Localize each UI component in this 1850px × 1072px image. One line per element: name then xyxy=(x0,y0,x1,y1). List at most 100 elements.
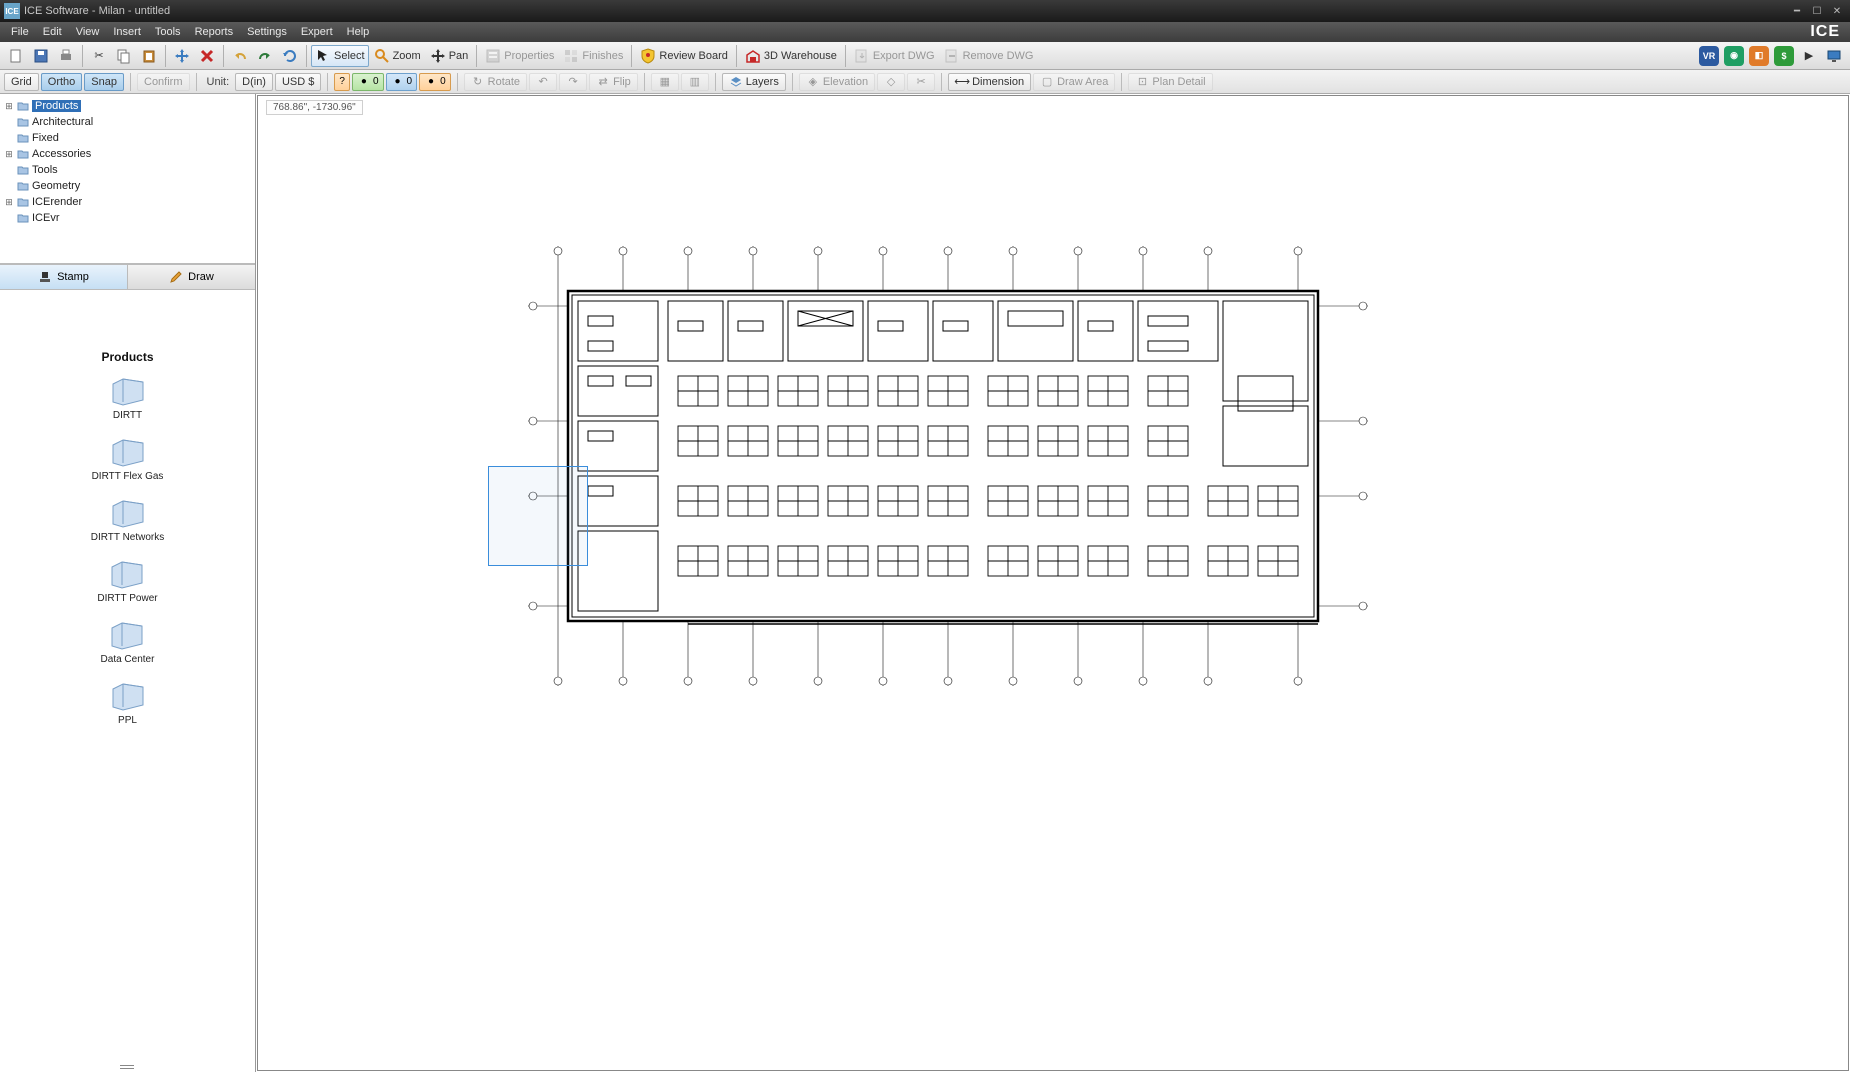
menu-reports[interactable]: Reports xyxy=(188,24,241,40)
pan-tool[interactable]: Pan xyxy=(426,45,473,67)
select-tool[interactable]: Select xyxy=(311,45,369,67)
currency-select[interactable]: USD $ xyxy=(275,73,321,91)
finishes-button[interactable]: Finishes xyxy=(559,45,627,67)
tab-stamp[interactable]: Stamp xyxy=(0,265,128,289)
remove-dwg-button[interactable]: Remove DWG xyxy=(940,45,1038,67)
copy-button[interactable] xyxy=(112,45,136,67)
folder-3d-icon xyxy=(107,557,147,591)
product-dirtt-networks[interactable]: DIRTT Networks xyxy=(91,496,165,543)
elevation-nav-button[interactable]: ◇ xyxy=(877,73,905,91)
menu-insert[interactable]: Insert xyxy=(106,24,148,40)
scissors-icon: ✂ xyxy=(91,48,107,64)
brand-label: ICE xyxy=(1810,23,1846,41)
ortho-toggle[interactable]: Ortho xyxy=(41,73,83,91)
count-chip-c[interactable]: ●0 xyxy=(419,73,451,91)
flip-button[interactable]: ⇄Flip xyxy=(589,73,638,91)
undo-button[interactable] xyxy=(228,45,252,67)
menu-view[interactable]: View xyxy=(69,24,107,40)
play-button[interactable]: ▶ xyxy=(1797,45,1821,67)
folder-3d-icon xyxy=(108,435,148,469)
expander-icon[interactable]: ⊞ xyxy=(4,149,14,160)
rotate-button[interactable]: ↻Rotate xyxy=(464,73,527,91)
layers-button[interactable]: Layers xyxy=(722,73,786,91)
save-button[interactable] xyxy=(29,45,53,67)
expander-icon[interactable]: ⊞ xyxy=(4,197,14,208)
tab-draw[interactable]: Draw xyxy=(128,265,255,289)
globe-badge-icon[interactable]: ◉ xyxy=(1724,46,1744,66)
section-icon: ✂ xyxy=(914,75,928,89)
snap-toggle[interactable]: Snap xyxy=(84,73,124,91)
tree-item-geometry[interactable]: Geometry xyxy=(2,178,253,194)
product-dirtt[interactable]: DIRTT xyxy=(108,374,148,421)
save-icon xyxy=(33,48,49,64)
product-data-center[interactable]: Data Center xyxy=(101,618,155,665)
menu-file[interactable]: File xyxy=(4,24,36,40)
titlebar: ICE ICE Software - Milan - untitled ━ ☐ … xyxy=(0,0,1850,22)
tree-item-products[interactable]: ⊞ Products xyxy=(2,98,253,114)
cut-button[interactable]: ✂ xyxy=(87,45,111,67)
print-button[interactable] xyxy=(54,45,78,67)
help-chip[interactable]: ? xyxy=(334,73,350,91)
shield-icon xyxy=(640,48,656,64)
tree-resize-handle[interactable] xyxy=(120,1065,134,1070)
menu-edit[interactable]: Edit xyxy=(36,24,69,40)
menu-tools[interactable]: Tools xyxy=(148,24,188,40)
draw-area-button[interactable]: ▢Draw Area xyxy=(1033,73,1115,91)
new-button[interactable] xyxy=(4,45,28,67)
redo-icon xyxy=(257,48,273,64)
monitor-button[interactable] xyxy=(1822,45,1846,67)
review-board-button[interactable]: Review Board xyxy=(636,45,731,67)
canvas[interactable]: 768.86", -1730.96" xyxy=(257,95,1849,1071)
menu-expert[interactable]: Expert xyxy=(294,24,340,40)
move-button[interactable] xyxy=(170,45,194,67)
dollar-badge-icon[interactable]: $ xyxy=(1774,46,1794,66)
vr-badge-icon[interactable]: VR xyxy=(1699,46,1719,66)
tree-item-accessories[interactable]: ⊞ Accessories xyxy=(2,146,253,162)
elevation-button[interactable]: ◈Elevation xyxy=(799,73,875,91)
export-dwg-button[interactable]: Export DWG xyxy=(850,45,939,67)
plan-detail-button[interactable]: ⊡Plan Detail xyxy=(1128,73,1212,91)
product-ppl[interactable]: PPL xyxy=(108,679,148,726)
folder-icon xyxy=(16,147,30,161)
product-dirtt-flex-gas[interactable]: DIRTT Flex Gas xyxy=(92,435,164,482)
coordinates-readout: 768.86", -1730.96" xyxy=(266,100,363,115)
rotate-left-button[interactable]: ↶ xyxy=(529,73,557,91)
refresh-button[interactable] xyxy=(278,45,302,67)
zoom-tool[interactable]: Zoom xyxy=(370,45,425,67)
menu-help[interactable]: Help xyxy=(340,24,377,40)
grid-toggle[interactable]: Grid xyxy=(4,73,39,91)
unit-label: Unit: xyxy=(203,76,234,88)
tree-item-fixed[interactable]: Fixed xyxy=(2,130,253,146)
section-button[interactable]: ✂ xyxy=(907,73,935,91)
minimize-button[interactable]: ━ xyxy=(1788,4,1806,18)
maximize-button[interactable]: ☐ xyxy=(1808,4,1826,18)
confirm-button[interactable]: Confirm xyxy=(137,73,190,91)
expander-icon[interactable]: ⊞ xyxy=(4,101,14,112)
tree-item-architectural[interactable]: Architectural xyxy=(2,114,253,130)
3d-warehouse-button[interactable]: 3D Warehouse xyxy=(741,45,841,67)
tree-item-icerender[interactable]: ⊞ ICErender xyxy=(2,194,253,210)
dimension-button[interactable]: ⟷Dimension xyxy=(948,73,1031,91)
redo-button[interactable] xyxy=(253,45,277,67)
review-board-label: Review Board xyxy=(659,50,727,62)
close-button[interactable]: ✕ xyxy=(1828,4,1846,18)
properties-button[interactable]: Properties xyxy=(481,45,558,67)
selection-rectangle[interactable] xyxy=(488,466,588,566)
delete-button[interactable] xyxy=(195,45,219,67)
menu-settings[interactable]: Settings xyxy=(240,24,294,40)
align-b-button[interactable]: ▥ xyxy=(681,73,709,91)
tree-item-icevr[interactable]: ICEvr xyxy=(2,210,253,226)
paste-button[interactable] xyxy=(137,45,161,67)
app-icon: ICE xyxy=(4,3,20,19)
export-dwg-label: Export DWG xyxy=(873,50,935,62)
orange-dot-icon: ● xyxy=(424,75,438,89)
unit-select[interactable]: D(in) xyxy=(235,73,273,91)
cube-badge-icon[interactable]: ◧ xyxy=(1749,46,1769,66)
rotate-right-button[interactable]: ↷ xyxy=(559,73,587,91)
stamp-icon xyxy=(38,270,52,284)
align-a-button[interactable]: ▦ xyxy=(651,73,679,91)
count-chip-b[interactable]: ●0 xyxy=(386,73,418,91)
tree-item-tools[interactable]: Tools xyxy=(2,162,253,178)
product-dirtt-power[interactable]: DIRTT Power xyxy=(97,557,157,604)
count-chip-a[interactable]: ●0 xyxy=(352,73,384,91)
